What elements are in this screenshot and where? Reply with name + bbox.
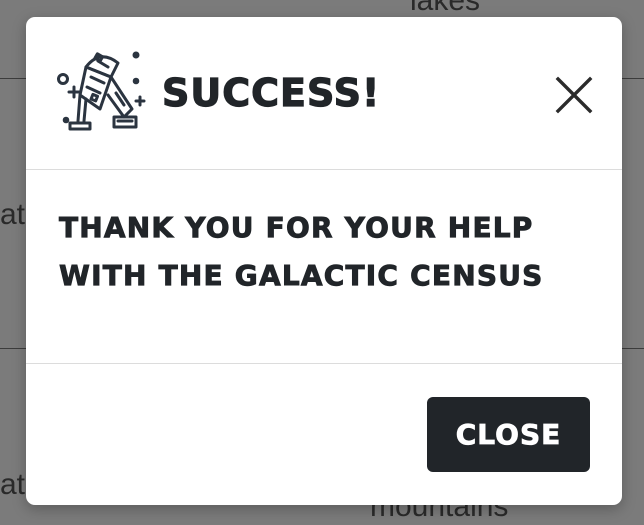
close-button[interactable]: CLOSE bbox=[427, 397, 590, 472]
r2d2-robot-icon bbox=[57, 51, 146, 131]
background-text-top: lakes bbox=[410, 0, 481, 17]
success-modal: SUCCESS! THANK YOU FOR YOUR HELP WITH TH… bbox=[26, 17, 622, 505]
modal-header: SUCCESS! bbox=[26, 17, 622, 170]
modal-title: SUCCESS! bbox=[161, 70, 381, 115]
modal-message: THANK YOU FOR YOUR HELP WITH THE GALACTI… bbox=[59, 211, 544, 293]
background-text-left-upper: at bbox=[0, 198, 26, 231]
close-icon[interactable] bbox=[554, 75, 594, 115]
modal-footer: CLOSE bbox=[26, 364, 622, 505]
background-text-left-lower: at bbox=[0, 468, 26, 501]
modal-body: THANK YOU FOR YOUR HELP WITH THE GALACTI… bbox=[26, 170, 622, 364]
